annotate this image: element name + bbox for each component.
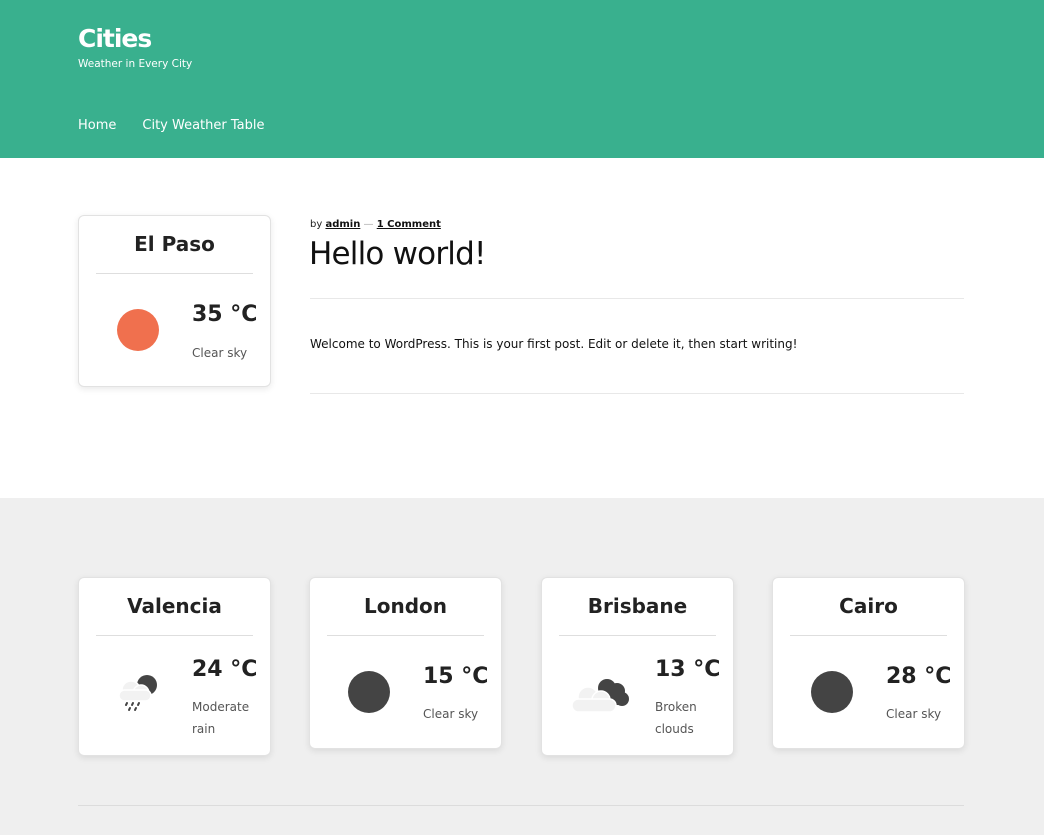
weather-city-name: Cairo [839, 594, 898, 618]
weather-temperature: 24 °C [192, 657, 258, 682]
weather-city-name: London [363, 594, 448, 618]
weather-city-name: Valencia [127, 594, 222, 618]
post-meta: by admin — 1 Comment [310, 219, 441, 230]
weather-city-name: Brisbane [587, 594, 688, 618]
post-body: Welcome to WordPress. This is your first… [310, 337, 798, 351]
nav-item-city-weather-table[interactable]: City Weather Table [142, 118, 264, 133]
weather-temperature: 35 °C [192, 302, 258, 327]
nav-item-home[interactable]: Home [78, 118, 116, 133]
divider [96, 273, 253, 274]
weather-temperature: 15 °C [423, 664, 489, 689]
moon-icon [811, 671, 853, 713]
weather-widget-cairo: Cairo 28 °C Clear sky [772, 577, 965, 749]
weather-description: Moderate rain [192, 700, 250, 736]
post-comments-link[interactable]: 1 Comment [377, 219, 441, 230]
footer-divider [78, 805, 964, 806]
weather-temperature: 28 °C [886, 664, 952, 689]
moon-icon [348, 671, 390, 713]
post-author-link[interactable]: admin [325, 219, 360, 230]
weather-description: Clear sky [423, 707, 479, 721]
weather-city-name: El Paso [134, 232, 215, 256]
post-title[interactable]: Hello world! [309, 236, 486, 272]
weather-temperature: 13 °C [655, 657, 721, 682]
site-tagline: Weather in Every City [78, 58, 193, 70]
post-divider [310, 298, 964, 299]
broken-clouds-icon [571, 679, 629, 713]
divider [559, 635, 716, 636]
weather-description: Clear sky [192, 346, 248, 360]
divider [790, 635, 947, 636]
site-header: Cities Weather in Every City Home City W… [0, 0, 1044, 158]
weather-widget-london: London 15 °C Clear sky [309, 577, 502, 749]
divider [327, 635, 484, 636]
weather-widget-brisbane: Brisbane 13 °C Broken clouds [541, 577, 734, 756]
rain-cloud-icon [118, 675, 157, 711]
weather-widget-el-paso: El Paso 35 °C Clear sky [78, 215, 271, 387]
weather-description: Broken clouds [655, 700, 697, 736]
weather-widget-valencia: Valencia 24 °C Moderate rain [78, 577, 271, 756]
main-navigation: Home City Weather Table [78, 118, 291, 133]
post-divider [310, 393, 964, 394]
post-meta-by: by [310, 219, 323, 230]
site-title[interactable]: Cities [78, 24, 152, 53]
post-meta-separator: — [363, 219, 374, 230]
sun-icon [117, 309, 159, 351]
weather-description: Clear sky [886, 707, 942, 721]
divider [96, 635, 253, 636]
